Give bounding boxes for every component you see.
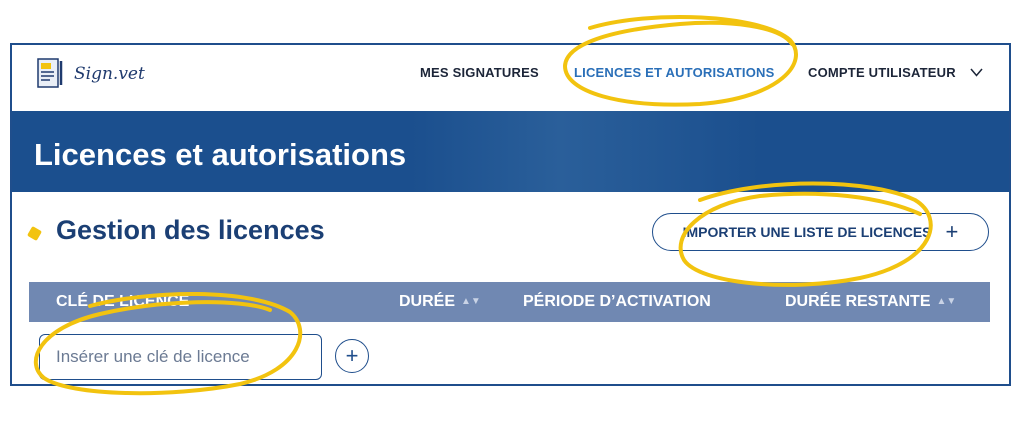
logo[interactable]: Sign.vet [36,57,145,91]
page-title: Licences et autorisations [34,137,407,172]
table-header: CLÉ DE LICENCE DURÉE ▲▼ PÉRIODE D’ACTIVAT… [29,282,990,322]
nav-mes-signatures[interactable]: MES SIGNATURES [420,65,539,80]
column-duree-restante[interactable]: DURÉE RESTANTE ▲▼ [785,293,956,311]
page-banner: Licences et autorisations [12,111,1009,192]
column-duree-label: DURÉE [399,293,456,310]
logo-icon [37,58,63,88]
import-licences-button[interactable]: IMPORTER UNE LISTE DE LICENCES + [652,213,989,251]
app-frame: Sign.vet MES SIGNATURES LICENCES ET AUTO… [10,43,1011,386]
licence-key-input[interactable] [39,334,322,380]
logo-text: Sign.vet [74,64,145,84]
import-button-label: IMPORTER UNE LISTE DE LICENCES [682,224,932,240]
column-cle-de-licence: CLÉ DE LICENCE [56,293,190,310]
sort-icon: ▲▼ [936,296,957,308]
column-periode-activation: PÉRIODE D’ACTIVATION [523,293,711,310]
plus-icon: + [345,343,359,368]
section-bullet-icon [26,225,43,242]
section-title: Gestion des licences [56,215,325,245]
top-header: Sign.vet MES SIGNATURES LICENCES ET AUTO… [12,45,1009,111]
sort-icon: ▲▼ [461,296,481,308]
column-duree-restante-label: DURÉE RESTANTE [785,293,931,310]
nav-compte-label: COMPTE UTILISATEUR [808,65,956,80]
nav-licences-autorisations[interactable]: LICENCES ET AUTORISATIONS [574,65,775,80]
chevron-down-icon [970,68,983,77]
add-licence-button[interactable]: + [335,339,369,373]
column-duree[interactable]: DURÉE ▲▼ [399,293,481,311]
nav-compte-utilisateur[interactable]: COMPTE UTILISATEUR [808,65,983,80]
plus-icon: + [945,219,959,244]
